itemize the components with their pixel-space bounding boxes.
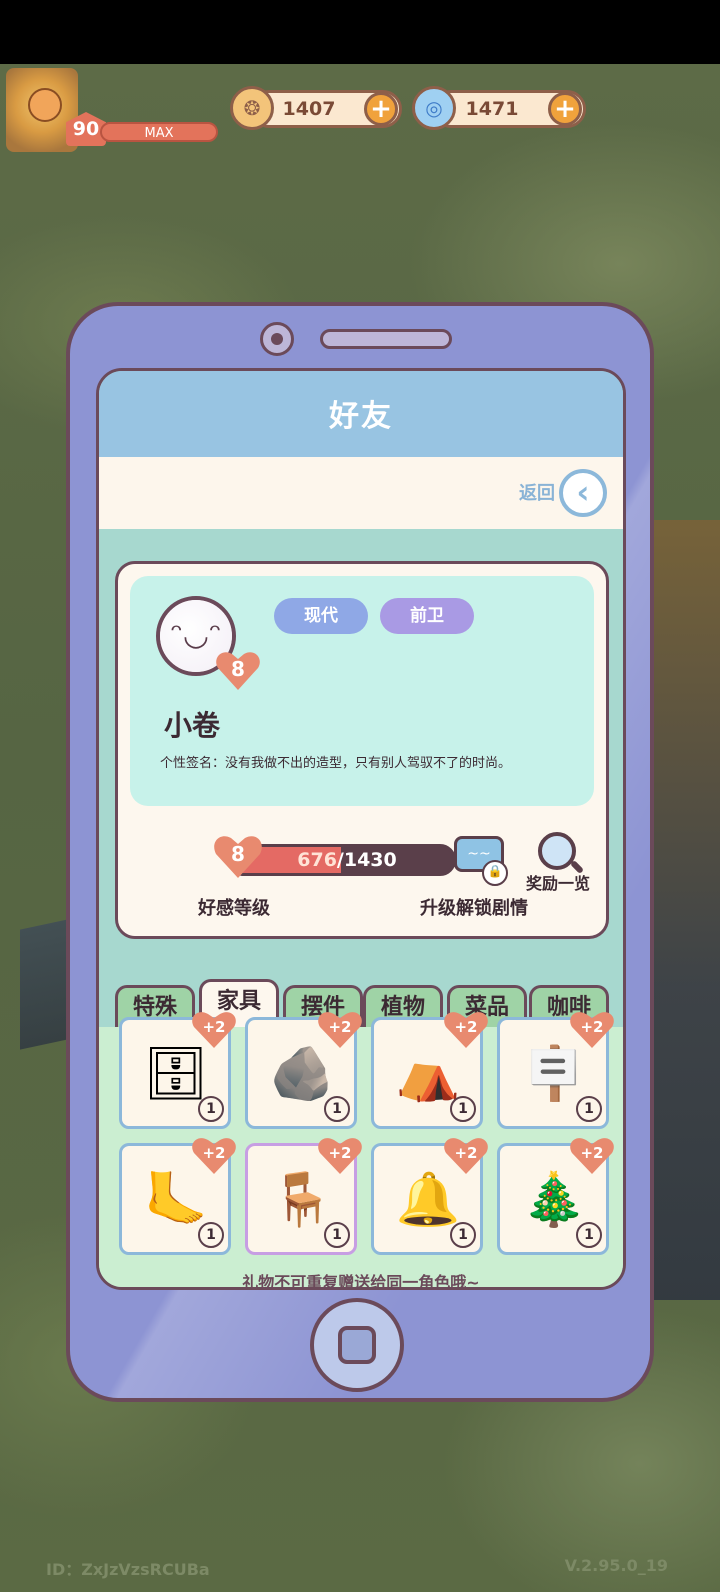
gift-item-fossil-footprint[interactable]: 🦶 +2 1 [119,1143,231,1255]
magnifier-icon[interactable] [538,832,576,870]
item-count: 1 [576,1222,602,1248]
gift-item-tent[interactable]: ⛺ +2 1 [371,1017,483,1129]
character-info-panel: ᵔ◡ᵔ 8 现代 前卫 小卷 个性签名：没有我做不出的造型，只有别人驾驭不了的时… [130,576,594,806]
item-count: 1 [576,1096,602,1122]
character-name: 小卷 [164,709,221,742]
lock-icon: 🔒 [482,860,508,886]
add-coins-button[interactable]: + [364,92,398,126]
gift-item-glass-table[interactable]: 🪑 +2 1 [245,1143,357,1255]
item-count: 1 [450,1096,476,1122]
gift-item-signpost-lamp[interactable]: 🪧 +2 1 [497,1017,609,1129]
item-count: 1 [324,1096,350,1122]
gift-notice: 礼物不可重复赠送给同一角色哦~ [242,1273,480,1290]
player-id: ID：ZxJzVzsRCUBa [46,1560,210,1579]
phone-frame: 好友 返回 ‹ ᵔ◡ᵔ 8 现代 前卫 小卷 个性签名：没有我做不出的造型，只有… [66,302,654,1402]
chevron-left-icon: ‹ [576,473,590,511]
gift-item-shelf[interactable]: 🗄 +2 1 [119,1017,231,1129]
gift-item-christmas-tree[interactable]: 🎄 +2 1 [497,1143,609,1255]
coin-icon: ❂ [230,86,274,130]
item-count: 1 [324,1222,350,1248]
gift-item-grid: 🗄 +2 1 🪨 +2 1 ⛺ +2 1 🪧 +2 1 🦶 +2 1 🪑 +2 … [99,1027,623,1287]
affection-progress-bar: 676/1430 [238,844,456,876]
item-count: 1 [198,1222,224,1248]
page-title: 好友 [99,371,623,457]
avatar-affection-heart: 8 [216,650,260,690]
player-exp-bar: MAX [100,122,218,142]
tag-avant-garde: 前卫 [380,598,474,634]
reward-list-link[interactable]: 奖励一览 [526,870,590,894]
swirl-gem-icon: ◎ [412,86,456,130]
version-label: V.2.95.0_19 [564,1556,668,1575]
character-signature: 个性签名：没有我做不出的造型，只有别人驾驭不了的时尚。 [160,756,512,771]
lion-icon [28,88,62,122]
gift-item-christmas-wreath[interactable]: 🔔 +2 1 [371,1143,483,1255]
character-card: ᵔ◡ᵔ 8 现代 前卫 小卷 个性签名：没有我做不出的造型，只有别人驾驭不了的时… [115,561,609,939]
add-gems-button[interactable]: + [548,92,582,126]
gift-item-moss-rock[interactable]: 🪨 +2 1 [245,1017,357,1129]
friend-screen: 好友 返回 ‹ ᵔ◡ᵔ 8 现代 前卫 小卷 个性签名：没有我做不出的造型，只有… [96,368,626,1290]
affection-progress-text: 676/1430 [297,849,397,871]
item-count: 1 [450,1222,476,1248]
back-label[interactable]: 返回 [519,479,555,505]
tag-modern: 现代 [274,598,368,634]
home-button[interactable] [310,1298,404,1392]
speaker-slot [320,329,452,349]
affection-level-label: 好感等级 [198,898,270,919]
camera-icon [260,322,294,356]
nav-bar: 返回 ‹ [99,457,623,529]
item-count: 1 [198,1096,224,1122]
unlock-story-label: 升级解锁剧情 [420,898,528,919]
status-bar [0,0,720,64]
back-button[interactable]: ‹ [559,469,607,517]
